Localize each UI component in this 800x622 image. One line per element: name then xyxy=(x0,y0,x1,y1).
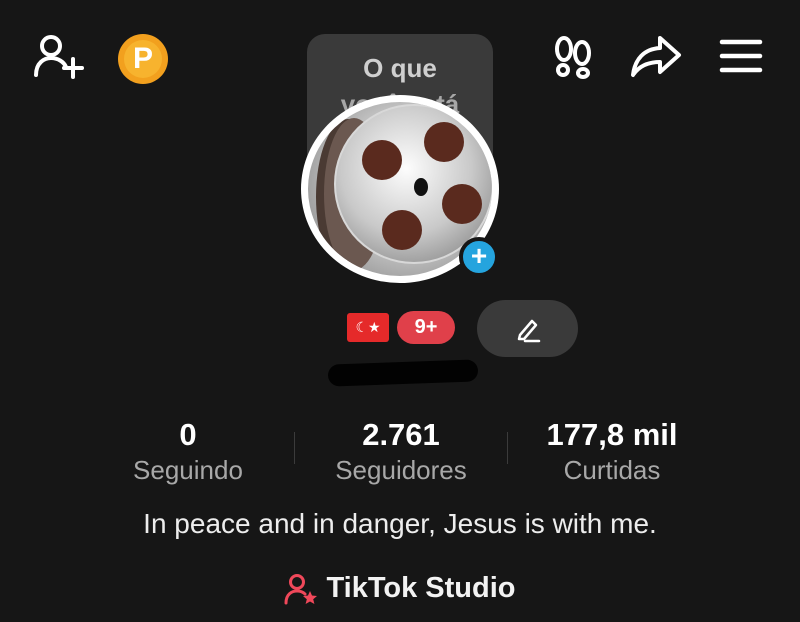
likes-label: Curtidas xyxy=(563,455,661,485)
stat-divider xyxy=(507,432,508,464)
profile-bio: In peace and in danger, Jesus is with me… xyxy=(143,508,657,539)
tiktok-studio-link[interactable]: TikTok Studio xyxy=(0,572,800,605)
country-flag: ☾★ xyxy=(347,313,389,342)
share-arrow-icon xyxy=(631,36,681,77)
prompt-line-1: O que xyxy=(363,53,437,83)
hamburger-menu-icon xyxy=(719,39,763,73)
followers-label: Seguidores xyxy=(335,455,467,485)
flag-symbol: ☾★ xyxy=(355,319,381,335)
pencil-icon xyxy=(517,319,540,342)
share-profile-button[interactable] xyxy=(630,34,682,78)
followers-stat[interactable]: 2.761 Seguidores xyxy=(315,417,487,487)
edit-profile-button[interactable] xyxy=(477,300,578,357)
person-star-icon xyxy=(284,573,318,604)
following-count: 0 xyxy=(179,417,197,452)
likes-count: 177,8 mil xyxy=(546,417,678,452)
notification-count-badge[interactable]: 9+ xyxy=(397,311,455,344)
following-stat[interactable]: 0 Seguindo xyxy=(108,417,268,487)
redacted-username xyxy=(327,359,479,387)
profile-views-button[interactable] xyxy=(550,34,596,80)
person-plus-icon xyxy=(34,35,84,79)
premium-badge-button[interactable]: P xyxy=(117,33,169,85)
stat-divider xyxy=(294,432,295,464)
add-story-button[interactable]: + xyxy=(459,237,499,277)
likes-stat[interactable]: 177,8 mil Curtidas xyxy=(527,417,697,487)
add-friend-button[interactable] xyxy=(30,32,86,80)
followers-count: 2.761 xyxy=(362,417,440,452)
tiktok-studio-label: TikTok Studio xyxy=(326,572,516,604)
menu-button[interactable] xyxy=(718,36,764,76)
premium-badge-letter: P xyxy=(132,42,153,75)
footprints-icon xyxy=(555,36,591,79)
following-label: Seguindo xyxy=(133,455,243,485)
